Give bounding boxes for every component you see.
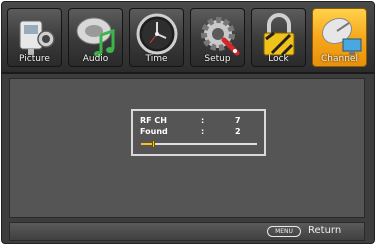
tab-label-setup: Setup (204, 54, 231, 64)
return-label[interactable]: Return (308, 225, 341, 236)
tab-label-picture: Picture (19, 54, 50, 64)
rf-channel-separator: : (201, 116, 205, 125)
found-label: Found (140, 127, 168, 136)
found-value: 2 (235, 127, 241, 136)
found-separator: : (201, 127, 205, 136)
channel-scan-panel: RF CH : 7 Found : 2 (131, 109, 266, 156)
menu-key-icon: MENU (267, 226, 301, 237)
rf-channel-label: RF CH (140, 116, 167, 125)
rf-channel-row: RF CH : 7 (140, 116, 260, 126)
tab-label-channel: Channel (321, 54, 358, 64)
found-row: Found : 2 (140, 127, 260, 137)
bottom-bar: MENU Return (9, 222, 365, 241)
tv-osd-frame: Picture Audio Time Setup Lock Channel RF… (1, 1, 375, 244)
tab-time[interactable]: Time (129, 8, 184, 67)
scan-progress-track (141, 143, 257, 145)
tab-lock[interactable]: Lock (251, 8, 306, 67)
tab-channel[interactable]: Channel (312, 8, 367, 67)
rf-channel-value: 7 (235, 116, 241, 125)
menu-bar: Picture Audio Time Setup Lock Channel (2, 2, 374, 72)
tab-picture[interactable]: Picture (7, 8, 62, 67)
scan-progress-handle (151, 140, 155, 148)
tab-label-audio: Audio (82, 54, 109, 64)
tab-label-time: Time (145, 54, 168, 64)
content-area: RF CH : 7 Found : 2 (9, 78, 365, 218)
tab-setup[interactable]: Setup (190, 8, 245, 67)
tab-label-lock: Lock (268, 54, 289, 64)
menu-divider (2, 72, 374, 74)
tab-audio[interactable]: Audio (68, 8, 123, 67)
